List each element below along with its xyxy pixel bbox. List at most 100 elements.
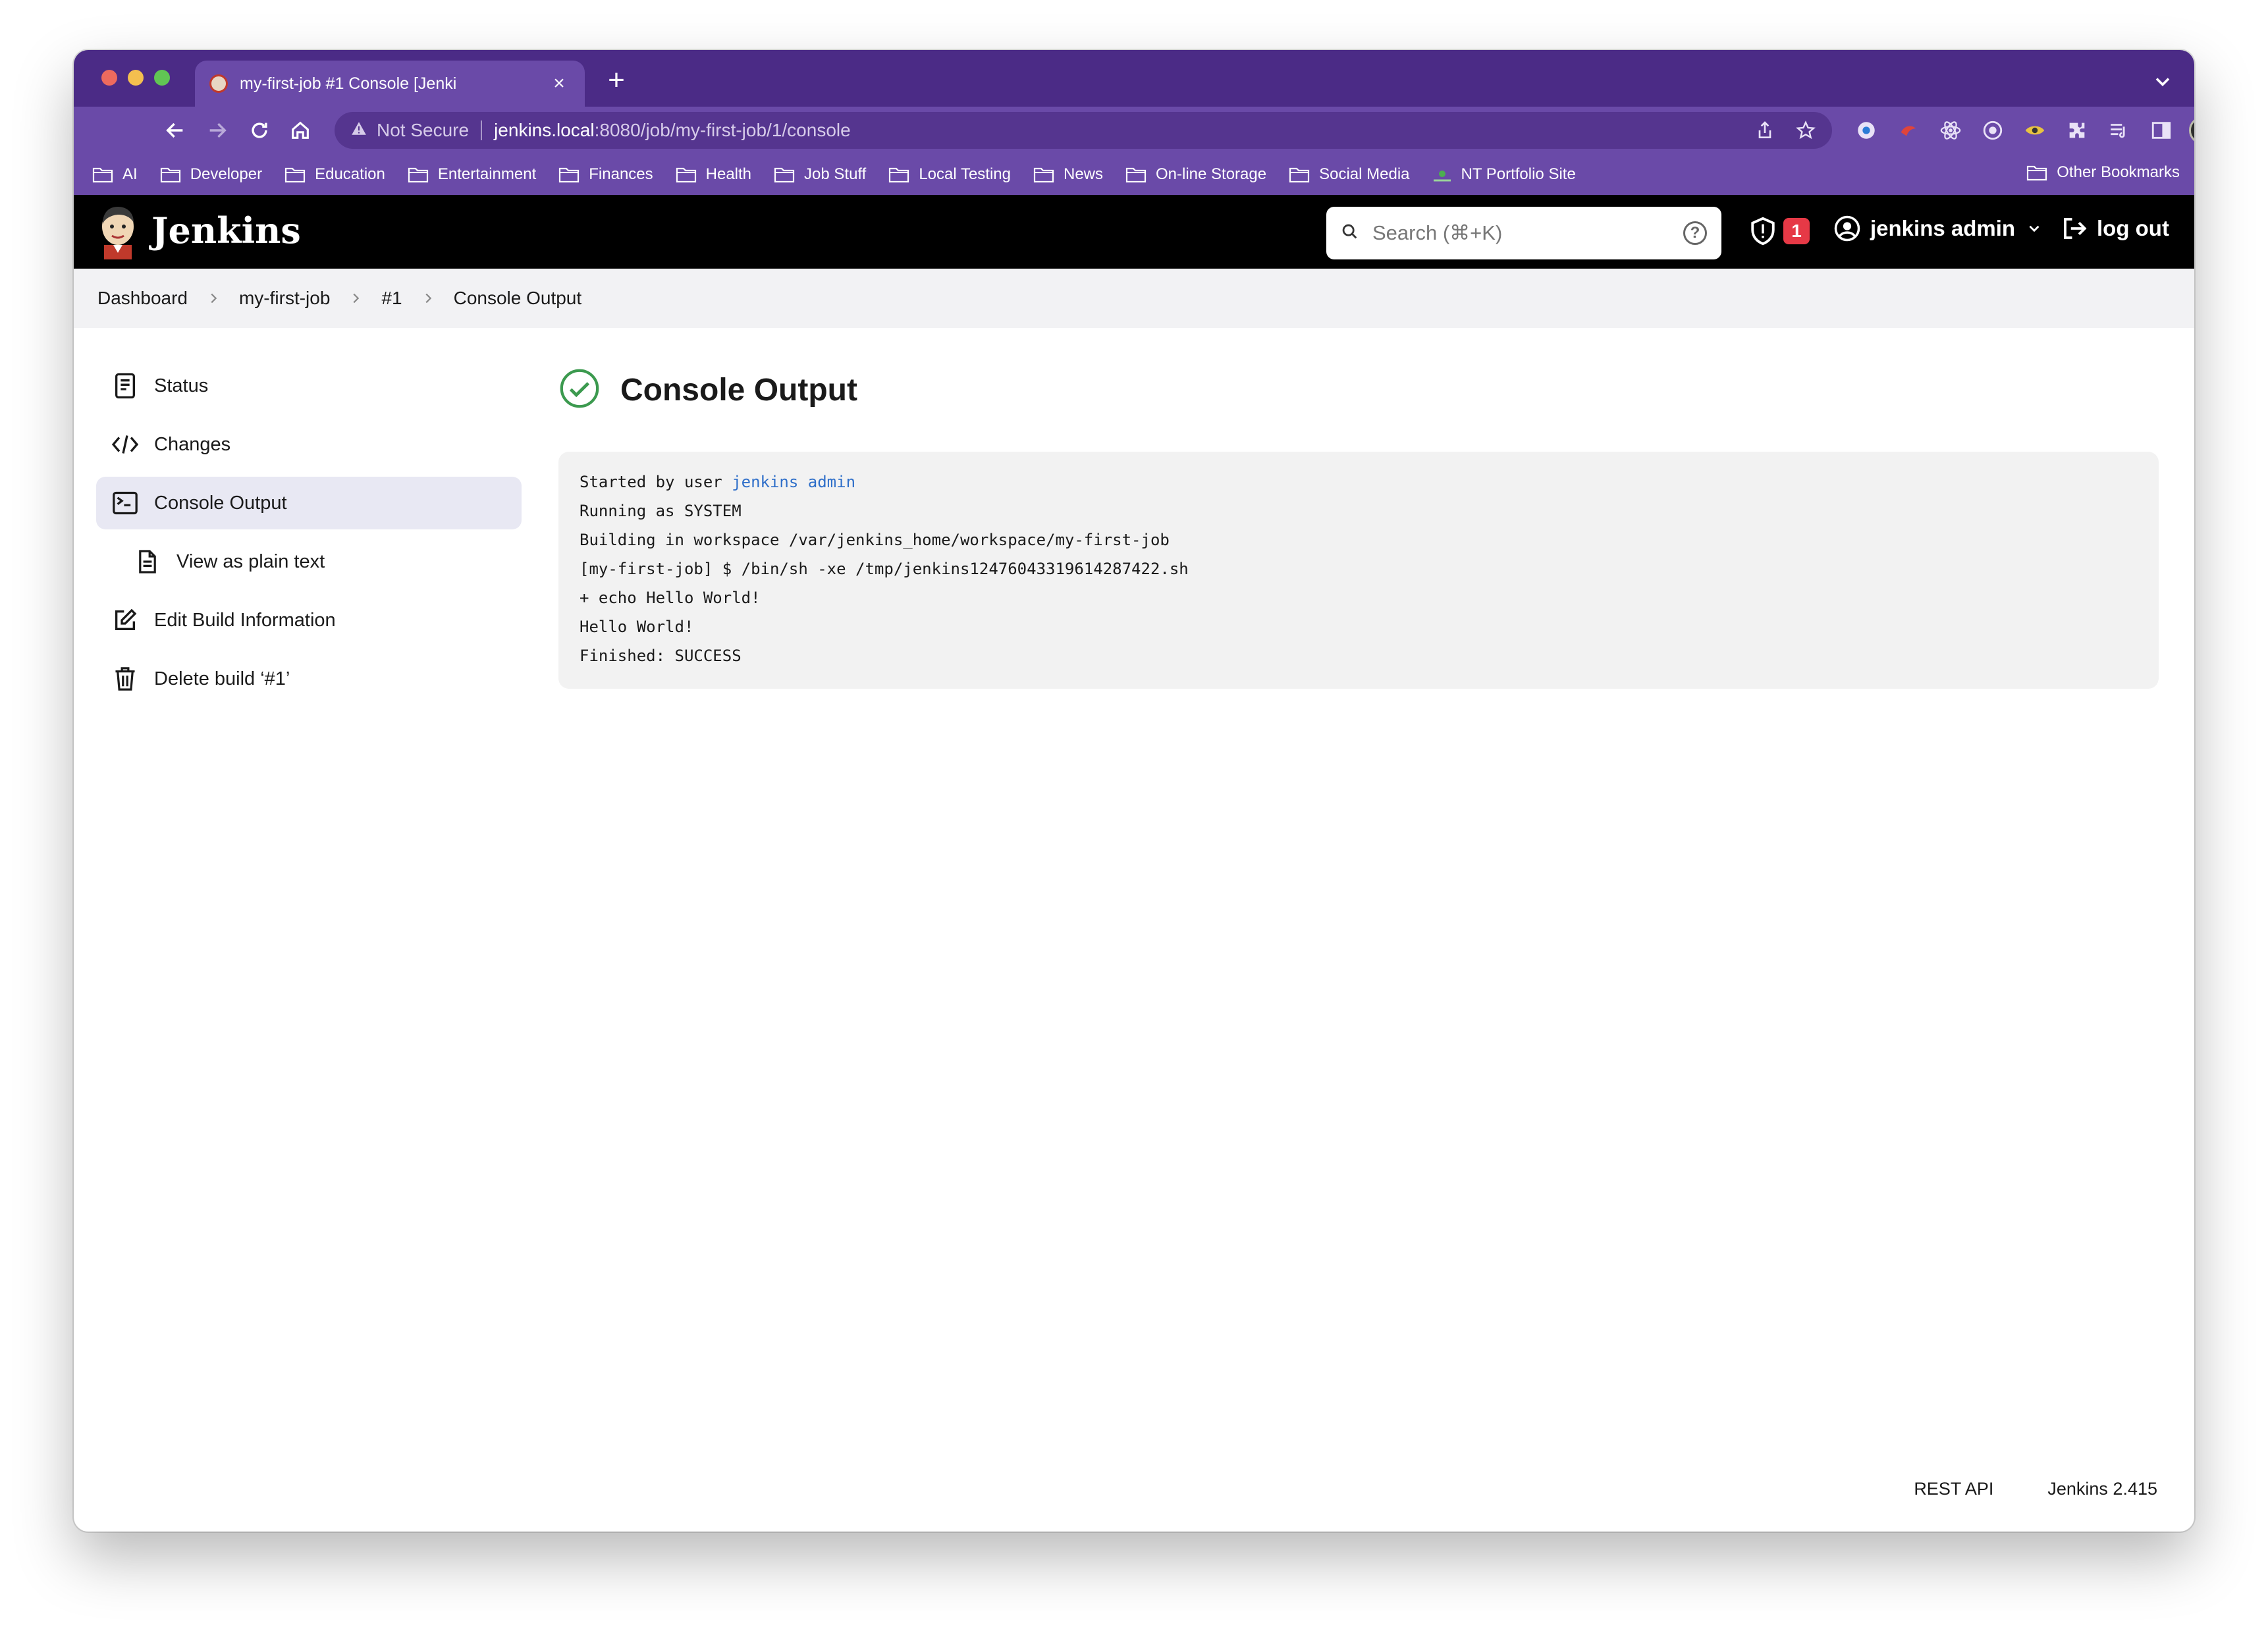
user-menu[interactable]: jenkins admin [1833,215,2043,242]
extensions-puzzle-icon[interactable] [2063,116,2092,145]
folder-icon [1033,167,1054,183]
tab-title: my-first-job #1 Console [Jenki [240,74,457,93]
security-label[interactable]: Not Secure [377,120,469,141]
extension-globe-icon[interactable] [1852,116,1881,145]
extension-red-icon[interactable] [1894,116,1923,145]
bookmark-item[interactable]: Job Stuff [774,165,866,184]
other-bookmarks-label: Other Bookmarks [2057,163,2180,181]
terminal-icon [111,489,140,518]
breadcrumb-build-link[interactable]: #1 [381,288,402,309]
console-line: Finished: SUCCESS [580,647,742,665]
folder-icon [408,167,428,183]
bookmark-item[interactable]: AI [92,165,138,184]
chevron-right-icon [206,291,221,306]
side-panel-icon[interactable] [2147,116,2176,145]
bookmark-item[interactable]: News [1033,165,1103,184]
bookmark-item[interactable]: NT Portfolio Site [1432,165,1576,184]
sidebar-item-label: View as plain text [176,550,325,572]
breadcrumb-job[interactable]: my-first-job [239,288,330,309]
page-title-row: Console Output [558,367,857,413]
trash-icon [111,664,140,693]
home-icon[interactable] [286,116,315,145]
security-count-badge: 1 [1783,218,1810,244]
bookmark-label: Social Media [1319,165,1410,183]
extension-react-icon[interactable] [1936,116,1965,145]
code-icon [111,430,140,459]
jenkins-butler-logo-icon[interactable] [96,204,140,259]
sidebar-item-label: Console Output [154,492,287,514]
bookmark-item[interactable]: On-line Storage [1125,165,1266,184]
sidebar-item-label: Edit Build Information [154,609,336,631]
breadcrumb-console-link[interactable]: Console Output [454,288,582,309]
bookmark-item[interactable]: Local Testing [888,165,1011,184]
share-icon[interactable] [1754,120,1775,146]
jenkins-version-link[interactable]: Jenkins 2.415 [2047,1479,2157,1499]
logout-link[interactable]: log out [2060,215,2169,242]
search-help-icon[interactable]: ? [1683,221,1707,245]
bookmark-item[interactable]: Entertainment [408,165,536,184]
folder-icon [160,167,180,183]
search-icon [1341,223,1359,244]
sidebar-item-plain-text[interactable]: View as plain text [96,535,522,588]
console-line: Started by user jenkins admin [580,467,2138,496]
reload-icon[interactable] [245,116,274,145]
bookmark-label: Education [315,165,385,183]
warning-triangle-icon [350,120,367,142]
sidebar-item-status[interactable]: Status [96,360,522,412]
folder-icon [284,167,306,183]
zoom-window-button[interactable] [154,70,170,86]
bookmark-label: Developer [190,165,263,183]
browser-tab-active[interactable]: my-first-job #1 Console [Jenki × [195,61,585,107]
search-input[interactable] [1372,221,1683,245]
console-user-link[interactable]: jenkins admin [732,473,855,491]
extension-eye-icon[interactable] [2020,116,2049,145]
search-box[interactable]: ? [1326,207,1721,259]
bookmark-label: NT Portfolio Site [1461,165,1576,183]
bookmark-item[interactable]: Social Media [1289,165,1410,184]
sidebar-item-console-output[interactable]: Console Output [96,477,522,529]
address-separator [481,120,483,140]
sidebar-item-changes[interactable]: Changes [96,418,522,471]
user-name: jenkins admin [1870,216,2016,240]
bookmark-item[interactable]: Education [284,165,385,184]
back-arrow-icon[interactable] [161,116,190,145]
new-tab-button[interactable]: + [601,65,632,96]
sidebar-item-label: Status [154,375,209,396]
bookmark-item[interactable]: Health [676,165,751,184]
bookmark-item[interactable]: Developer [160,165,262,184]
url-host: jenkins.local [494,120,595,140]
tab-search-chevron-icon[interactable] [2151,70,2174,93]
jenkins-header: Jenkins ? 1 jenkins admin log out [74,195,2194,269]
browser-window: my-first-job #1 Console [Jenki × + Not S… [74,50,2194,1532]
bookmark-item[interactable]: Finances [558,165,653,184]
bookmark-label: Health [705,165,752,183]
sidebar-item-delete-build[interactable]: Delete build ‘#1’ [96,653,522,705]
rest-api-link[interactable]: REST API [1914,1479,1993,1499]
breadcrumb-console-output[interactable]: Console Output [454,288,582,309]
breadcrumb-dashboard-link[interactable]: Dashboard [97,288,188,309]
close-window-button[interactable] [101,70,117,86]
breadcrumb-job-link[interactable]: my-first-job [239,288,330,309]
profile-avatar[interactable] [2189,117,2194,144]
tab-close-icon[interactable]: × [548,72,570,95]
security-monitor[interactable]: 1 [1749,216,1810,246]
chevron-right-icon [348,291,363,306]
forward-arrow-icon[interactable] [203,116,232,145]
reading-list-icon[interactable] [2105,116,2134,145]
console-line: [my-first-job] $ /bin/sh -xe /tmp/jenkin… [580,560,1189,578]
other-bookmarks[interactable]: Other Bookmarks [2026,163,2180,182]
chevron-down-icon [2029,225,2039,232]
jenkins-brand[interactable]: Jenkins [151,209,301,252]
folder-icon [1125,167,1147,183]
minimize-window-button[interactable] [128,70,144,86]
url-path: :8080/job/my-first-job/1/console [594,120,851,140]
sidebar-item-edit-build[interactable]: Edit Build Information [96,594,522,647]
extension-target-icon[interactable] [1978,116,2007,145]
bookmark-star-icon[interactable] [1795,120,1816,146]
breadcrumb-dashboard[interactable]: Dashboard [97,288,188,309]
address-bar[interactable]: Not Secure jenkins.local :8080/job/my-fi… [335,112,1832,149]
breadcrumb-build[interactable]: #1 [381,288,402,309]
site-favicon-icon [1433,171,1451,182]
folder-icon [889,167,909,183]
console-line: Hello World! [580,618,694,636]
